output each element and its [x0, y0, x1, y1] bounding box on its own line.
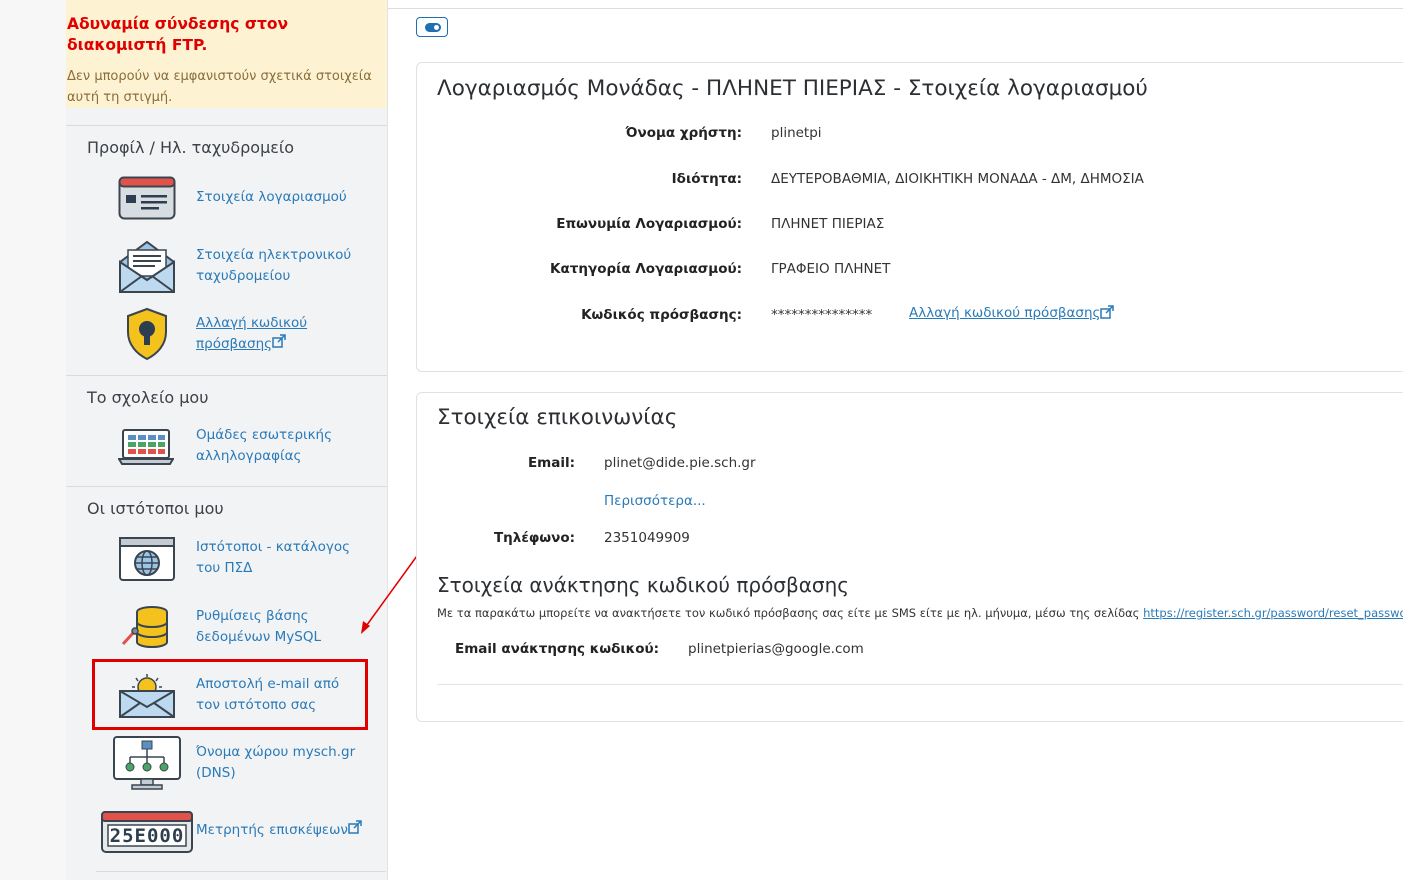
external-link-icon	[348, 820, 362, 834]
ftp-alert: Αδυναμία σύνδεσης στον διακομιστή FTP. Δ…	[66, 0, 387, 108]
account-category-label: Κατηγορία Λογαριασμού:	[550, 261, 742, 277]
email-label: Email:	[527, 455, 575, 471]
laptop-groups-icon	[118, 429, 174, 465]
contact-card-title: Στοιχεία επικοινωνίας	[437, 405, 678, 430]
sidebar-item-mysql-settings[interactable]: Ρυθμίσεις βάσης δεδομένων MySQL	[196, 606, 356, 648]
left-edge-panel	[0, 0, 67, 880]
sidebar-divider	[66, 125, 387, 126]
contact-card: Στοιχεία επικοινωνίας Email: plinet@dide…	[416, 392, 1403, 722]
recovery-email-label: Email ανάκτησης κωδικού:	[455, 641, 659, 657]
visit-counter-label: Μετρητής επισκέψεων	[196, 822, 348, 838]
external-link-icon	[272, 334, 286, 348]
sidebar-divider	[96, 871, 386, 872]
account-card-title: Λογαριασμός Μονάδας - ΠΛΗΝΕΤ ΠΙΕΡΙΑΣ - Σ…	[437, 76, 1148, 101]
counter-icon: 25E000	[101, 811, 193, 853]
phone-value: 2351049909	[604, 530, 690, 546]
mail-envelope-icon	[119, 240, 175, 293]
account-name-label: Επωνυμία Λογαριασμού:	[556, 216, 742, 232]
external-link-icon	[1100, 305, 1115, 319]
capacity-label: Ιδιότητα:	[671, 171, 742, 187]
reset-password-link[interactable]: https://register.sch.gr/password/reset_p…	[1143, 606, 1403, 620]
database-icon	[121, 606, 168, 649]
section-title-school: Το σχολείο μου	[87, 388, 209, 407]
recovery-title: Στοιχεία ανάκτησης κωδικού πρόσβασης	[437, 573, 850, 597]
password-label: Κωδικός πρόσβασης:	[581, 307, 742, 323]
sidebar-item-account[interactable]: Στοιχεία λογαριασμού	[196, 187, 347, 208]
section-title-sites: Οι ιστότοποι μου	[87, 499, 224, 518]
change-password-label: Αλλαγή κωδικού πρόσβασης	[196, 315, 308, 352]
recovery-description: Με τα παρακάτω μπορείτε να ανακτήσετε το…	[437, 606, 1403, 620]
sidebar-item-change-password[interactable]: Αλλαγή κωδικού πρόσβασης	[196, 313, 346, 355]
username-value: plinetpi	[771, 125, 822, 141]
capacity-value: ΔΕΥΤΕΡΟΒΑΘΜΙΑ, ΔΙΟΙΚΗΤΙΚΗ ΜΟΝΑΔΑ - ΔΜ, Δ…	[771, 171, 1144, 187]
password-value: ***************	[771, 307, 873, 323]
sidebar-divider	[66, 375, 387, 376]
recovery-email-value: plinetpierias@google.com	[688, 641, 864, 657]
account-category-value: ΓΡΑΦΕΙΟ ΠΛΗΝΕΤ	[771, 261, 891, 277]
change-password-link-label: Αλλαγή κωδικού πρόσβασης	[909, 305, 1101, 321]
card-divider	[437, 684, 1403, 685]
sidebar-item-visit-counter[interactable]: Μετρητής επισκέψεων	[196, 820, 376, 841]
email-value: plinet@dide.pie.sch.gr	[604, 455, 756, 471]
highlight-box	[92, 659, 368, 730]
counter-digits: 25E000	[110, 825, 185, 847]
sidebar-toggle-button[interactable]	[416, 17, 448, 37]
alert-title: Αδυναμία σύνδεσης στον διακομιστή FTP.	[67, 15, 289, 54]
change-password-link[interactable]: Αλλαγή κωδικού πρόσβασης	[909, 305, 1115, 321]
recovery-description-text: Με τα παρακάτω μπορείτε να ανακτήσετε το…	[437, 606, 1144, 620]
sidebar-item-sites-catalog[interactable]: Ιστότοποι - κατάλογος του ΠΣΔ	[196, 537, 366, 579]
more-link[interactable]: Περισσότερα...	[604, 493, 706, 509]
shield-lock-icon	[127, 307, 167, 361]
sidebar-item-dns[interactable]: Όνομα χώρου mysch.gr (DNS)	[196, 742, 366, 784]
account-name-value: ΠΛΗΝΕΤ ΠΙΕΡΙΑΣ	[771, 216, 885, 232]
top-border	[388, 8, 1403, 9]
sidebar-item-internal-mail-groups[interactable]: Ομάδες εσωτερικής αλληλογραφίας	[196, 425, 356, 467]
account-card: Λογαριασμός Μονάδας - ΠΛΗΝΕΤ ΠΙΕΡΙΑΣ - Σ…	[416, 62, 1403, 372]
network-monitor-icon	[113, 736, 181, 790]
username-label: Όνομα χρήστη:	[625, 125, 742, 141]
alert-text: Δεν μπορούν να εμφανιστούν σχετικά στοιχ…	[67, 69, 372, 105]
account-card-icon	[118, 176, 176, 220]
section-title-profile: Προφίλ / Ηλ. ταχυδρομείο	[87, 138, 295, 157]
sidebar-divider	[66, 486, 387, 487]
sidebar-item-email-settings[interactable]: Στοιχεία ηλεκτρονικού ταχυδρομείου	[196, 245, 376, 287]
phone-label: Τηλέφωνο:	[493, 530, 575, 546]
globe-window-icon	[119, 537, 175, 581]
